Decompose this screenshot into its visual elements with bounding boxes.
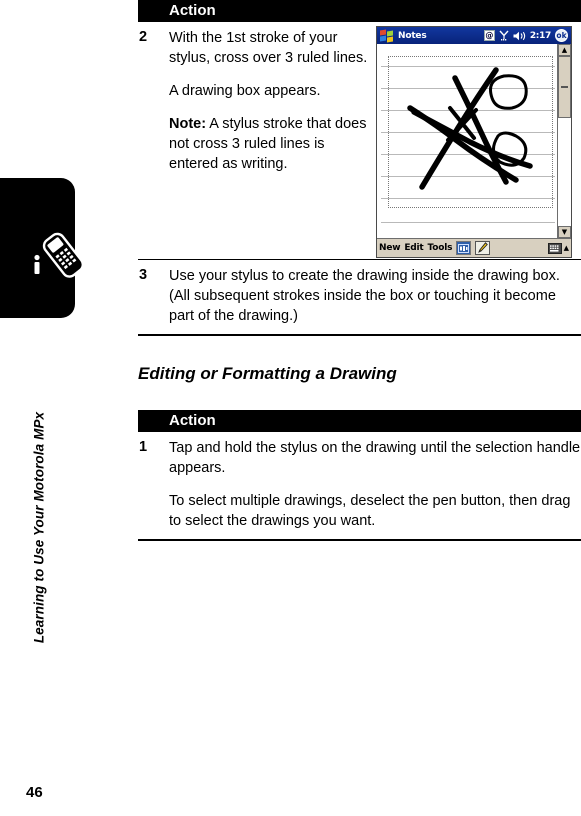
pda-status-area: @ 2:17 ok: [483, 29, 568, 42]
table-header-number: [138, 0, 169, 22]
section-title: Editing or Formatting a Drawing: [138, 364, 397, 383]
step-paragraph: To select multiple drawings, deselect th…: [169, 493, 571, 529]
volume-icon[interactable]: [513, 31, 526, 41]
step-body: With the 1st stroke of your stylus, cros…: [169, 22, 374, 260]
note-label: Note:: [169, 116, 207, 132]
table-row-step-2: 2 With the 1st stroke of your stylus, cr…: [138, 22, 581, 260]
procedure-table-drawing: Action 2 With the 1st stroke of your sty…: [138, 0, 581, 336]
procedure-table-editing: Action 1 Tap and hold the stylus on the …: [138, 410, 581, 541]
menu-new[interactable]: New: [379, 243, 401, 253]
pen-icon[interactable]: [475, 241, 491, 255]
pda-clock[interactable]: 2:17: [530, 31, 551, 41]
step-number: 3: [139, 267, 148, 283]
scroll-track[interactable]: [558, 56, 571, 226]
table-row-step-3: 3 Use your stylus to create the drawing …: [138, 260, 581, 336]
step-note: Note: A stylus stroke that does not cros…: [169, 114, 374, 174]
step-paragraph: With the 1st stroke of your stylus, cros…: [169, 30, 368, 66]
table-header-row: Action: [138, 0, 581, 22]
screen-rotate-icon[interactable]: @: [483, 30, 495, 41]
pda-scrollbar[interactable]: ▲ ▼: [557, 44, 571, 238]
input-panel-chevron[interactable]: ▲: [564, 244, 569, 252]
page-number: 46: [26, 784, 43, 801]
keyboard-icon[interactable]: [547, 239, 562, 258]
table-header-number: [138, 410, 169, 432]
info-icon: [24, 252, 50, 278]
scroll-down-arrow[interactable]: ▼: [558, 226, 571, 238]
pda-app-title: Notes: [398, 30, 427, 41]
menu-tools[interactable]: Tools: [428, 243, 453, 253]
table-row-step-1: 1 Tap and hold the stylus on the drawing…: [138, 432, 581, 540]
tic-tac-toe-sketch[interactable]: [388, 56, 556, 211]
signal-icon[interactable]: [499, 30, 509, 41]
step-paragraph: Tap and hold the stylus on the drawing u…: [169, 440, 581, 476]
table-header-action: Action: [169, 410, 581, 432]
menu-edit[interactable]: Edit: [404, 243, 423, 253]
pda-titlebar: Notes @ 2:17 ok: [377, 27, 571, 44]
step-paragraph: Use your stylus to create the drawing in…: [169, 268, 560, 324]
step-body: Use your stylus to create the drawing in…: [169, 260, 581, 336]
step-number: 1: [139, 439, 148, 455]
pda-screenshot: Notes @ 2:17 ok ▲ ▼ New Edit Tools ▲: [376, 26, 572, 258]
scroll-thumb[interactable]: [558, 56, 571, 118]
note-page[interactable]: [377, 44, 557, 238]
step-paragraph: A drawing box appears.: [169, 83, 321, 99]
pda-toolbar: New Edit Tools ▲: [377, 238, 571, 257]
scroll-up-arrow[interactable]: ▲: [558, 44, 571, 56]
recording-icon[interactable]: [456, 241, 472, 255]
input-panel-controls: ▲: [547, 239, 569, 258]
running-head: Learning to Use Your Motorola MPx: [31, 411, 47, 644]
step-number: 2: [139, 29, 148, 45]
pda-note-canvas[interactable]: ▲ ▼: [377, 44, 571, 238]
step-screenshot-cell: Notes @ 2:17 ok ▲ ▼ New Edit Tools ▲: [374, 22, 581, 260]
windows-logo-icon: [380, 29, 394, 42]
ok-button[interactable]: ok: [555, 29, 568, 42]
table-header-action: Action: [169, 0, 581, 22]
step-body: Tap and hold the stylus on the drawing u…: [169, 432, 581, 540]
content-column: Action 2 With the 1st stroke of your sty…: [138, 0, 581, 816]
table-header-row: Action: [138, 410, 581, 432]
